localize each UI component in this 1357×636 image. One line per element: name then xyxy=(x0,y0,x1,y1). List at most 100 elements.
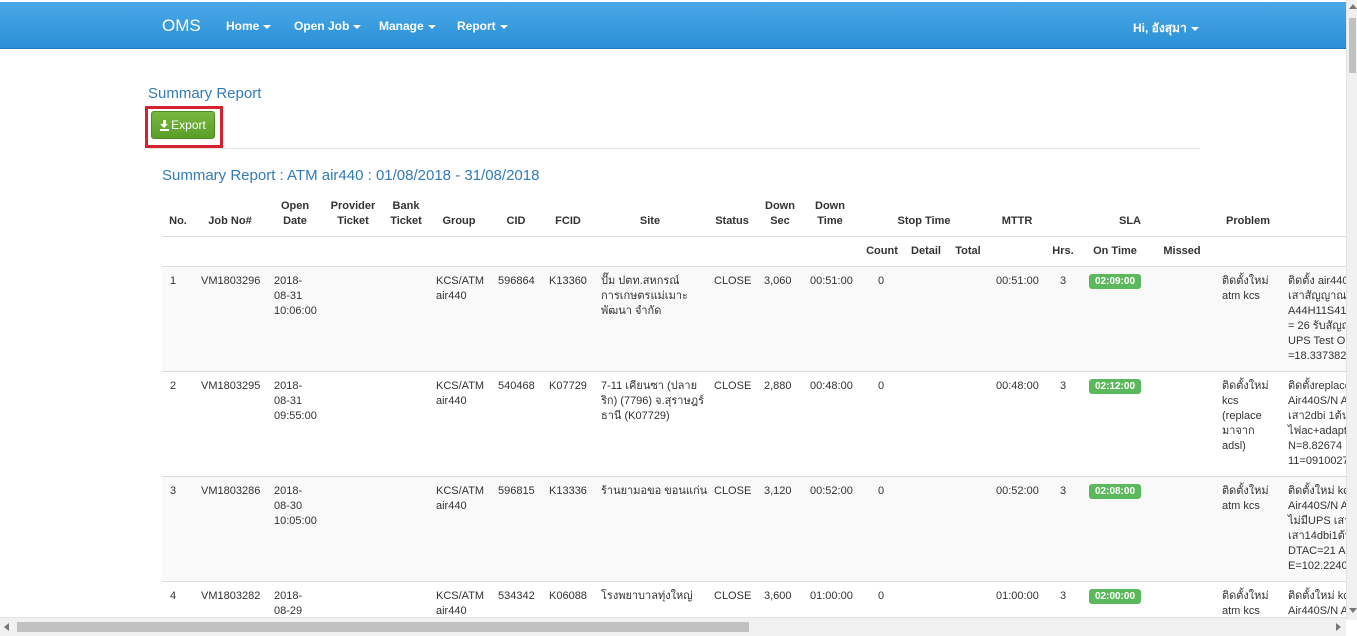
on-time-badge: 02:09:00 xyxy=(1089,274,1141,289)
header-count: Count xyxy=(866,245,898,257)
cell-group: KCS/ATM air440 xyxy=(436,275,485,302)
cell-open-date: 2018- 08-29 xyxy=(274,590,303,617)
caret-down-icon xyxy=(427,24,436,29)
header-missed: Missed xyxy=(1163,245,1201,257)
scroll-left-arrow-icon[interactable] xyxy=(4,623,9,631)
header-open-date: Open Date xyxy=(280,200,310,227)
header-stop-time: Stop Time xyxy=(897,215,951,227)
cell-down-sec: 2,880 xyxy=(764,380,792,392)
cell-cid: 534342 xyxy=(498,590,535,602)
header-bank-ticket: Bank Ticket xyxy=(390,200,422,227)
cell-no: 4 xyxy=(170,590,177,602)
nav-open-job[interactable]: Open Job xyxy=(294,19,362,33)
cell-down-sec: 3,600 xyxy=(764,590,792,602)
cell-open-date: 2018- 08-31 09:55:00 xyxy=(274,380,317,422)
header-site: Site xyxy=(639,215,661,227)
cell-no: 2 xyxy=(170,380,177,392)
cell-problem: ติดตั้งใหม่ atm kcs xyxy=(1222,275,1269,302)
cell-cid: 596815 xyxy=(498,485,535,497)
cell-fcid: K13360 xyxy=(549,275,587,287)
cell-open-date: 2018- 08-30 10:05:00 xyxy=(274,485,317,527)
cell-job-no: VM1803296 xyxy=(201,275,261,287)
horizontal-scroll-thumb[interactable] xyxy=(17,622,749,632)
divider xyxy=(148,148,1200,149)
header-cid: CID xyxy=(506,215,526,227)
user-menu[interactable]: Hi, อังสุมา xyxy=(1133,19,1199,38)
nav-report[interactable]: Report xyxy=(457,19,508,33)
cell-group: KCS/ATM air440 xyxy=(436,485,485,512)
caret-down-icon xyxy=(499,24,508,29)
cell-hrs: 3 xyxy=(1060,590,1067,602)
cell-down-time: 01:00:00 xyxy=(810,590,853,602)
cell-status: CLOSE xyxy=(714,590,752,602)
cell-down-time: 00:52:00 xyxy=(810,485,853,497)
cell-count: 0 xyxy=(878,485,885,497)
cell-job-no: VM1803282 xyxy=(201,590,261,602)
cell-down-sec: 3,060 xyxy=(764,275,792,287)
header-detail: Detail xyxy=(911,245,941,257)
cell-mttr: 00:48:00 xyxy=(996,380,1039,392)
cell-detail: ติดตั้ง air440เสาสัญญาณ สA44H11S419= 26 … xyxy=(1288,275,1346,362)
cell-site: 7-11 เคียนซา (ปลาย ริก) (7796) จ.สุราษฎร์… xyxy=(601,380,704,422)
cell-cid: 540468 xyxy=(498,380,535,392)
vertical-scroll-thumb[interactable] xyxy=(1349,18,1356,73)
cell-group: KCS/ATM air440 xyxy=(436,380,485,407)
cell-down-time: 00:51:00 xyxy=(810,275,853,287)
header-job-no: Job No# xyxy=(208,215,252,227)
cell-mttr: 01:00:00 xyxy=(996,590,1039,602)
cell-site: ปั๊ม ปตท.สหกรณ์ การเกษตรแม่เมาะ พัฒนา จำกั… xyxy=(601,275,688,317)
export-button[interactable]: Export xyxy=(151,111,215,139)
cell-status: CLOSE xyxy=(714,380,752,392)
cell-hrs: 3 xyxy=(1060,380,1067,392)
header-mttr: MTTR xyxy=(1001,215,1033,227)
cell-down-sec: 3,120 xyxy=(764,485,792,497)
cell-job-no: VM1803286 xyxy=(201,485,261,497)
cell-site: ร้านยามอขอ ขอนแก่น xyxy=(601,485,708,497)
cell-detail: ติดตั้งใหม่ kcsAir440S/N A xyxy=(1288,590,1346,617)
cell-count: 0 xyxy=(878,275,885,287)
header-down-sec: Down Sec xyxy=(765,200,795,227)
cell-hrs: 3 xyxy=(1060,485,1067,497)
nav-home[interactable]: Home xyxy=(226,19,272,33)
cell-fcid: K07729 xyxy=(549,380,587,392)
vertical-scrollbar[interactable] xyxy=(1346,0,1357,620)
download-icon xyxy=(160,120,170,131)
cell-site: โรงพยาบาลทุ่งใหญ่ xyxy=(601,590,693,602)
cell-status: CLOSE xyxy=(714,485,752,497)
cell-mttr: 00:52:00 xyxy=(996,485,1039,497)
cell-status: CLOSE xyxy=(714,275,752,287)
cell-fcid: K13336 xyxy=(549,485,587,497)
cell-detail: ติดตั้งใหม่ kcsAir440S/N Aไม่มีUPS เสาเส… xyxy=(1288,485,1346,572)
cell-mttr: 00:51:00 xyxy=(996,275,1039,287)
header-problem: Problem xyxy=(1225,215,1270,227)
cell-hrs: 3 xyxy=(1060,275,1067,287)
header-total: Total xyxy=(955,245,981,257)
header-no: No. xyxy=(169,215,187,227)
caret-down-icon xyxy=(353,24,362,29)
cell-open-date: 2018- 08-31 10:06:00 xyxy=(274,275,317,317)
cell-job-no: VM1803295 xyxy=(201,380,261,392)
caret-down-icon xyxy=(263,24,272,29)
header-fcid: FCID xyxy=(555,215,581,227)
horizontal-scrollbar[interactable] xyxy=(0,617,1346,636)
report-title: Summary Report : ATM air440 : 01/08/2018… xyxy=(162,167,540,184)
scroll-down-arrow-icon[interactable] xyxy=(1349,608,1357,613)
scroll-up-arrow-icon[interactable] xyxy=(1349,4,1357,9)
cell-no: 3 xyxy=(170,485,177,497)
summary-table: No. Job No# Open Date Provider Ticket Bank… xyxy=(162,195,1346,617)
navbar: OMS Home Open Job Manage Report Hi, อังส… xyxy=(0,2,1346,49)
header-on-time: On Time xyxy=(1093,245,1137,257)
nav-manage[interactable]: Manage xyxy=(379,19,436,33)
header-hrs: Hrs. xyxy=(1052,245,1074,257)
page-title: Summary Report xyxy=(148,85,262,102)
cell-count: 0 xyxy=(878,590,885,602)
scroll-right-arrow-icon[interactable] xyxy=(1336,623,1341,631)
cell-cid: 596864 xyxy=(498,275,535,287)
header-status: Status xyxy=(715,215,749,227)
brand-logo[interactable]: OMS xyxy=(162,16,201,36)
cell-detail: ติดตั้งreplace Air440S/N A เสา2dbi 1ต้น ไฟa… xyxy=(1288,380,1346,467)
caret-down-icon xyxy=(1190,26,1199,31)
on-time-badge: 02:08:00 xyxy=(1089,484,1141,499)
cell-problem: ติดตั้งใหม่ kcs (replace มาจาก adsl) xyxy=(1222,380,1269,452)
header-provider-ticket: Provider Ticket xyxy=(330,200,376,227)
